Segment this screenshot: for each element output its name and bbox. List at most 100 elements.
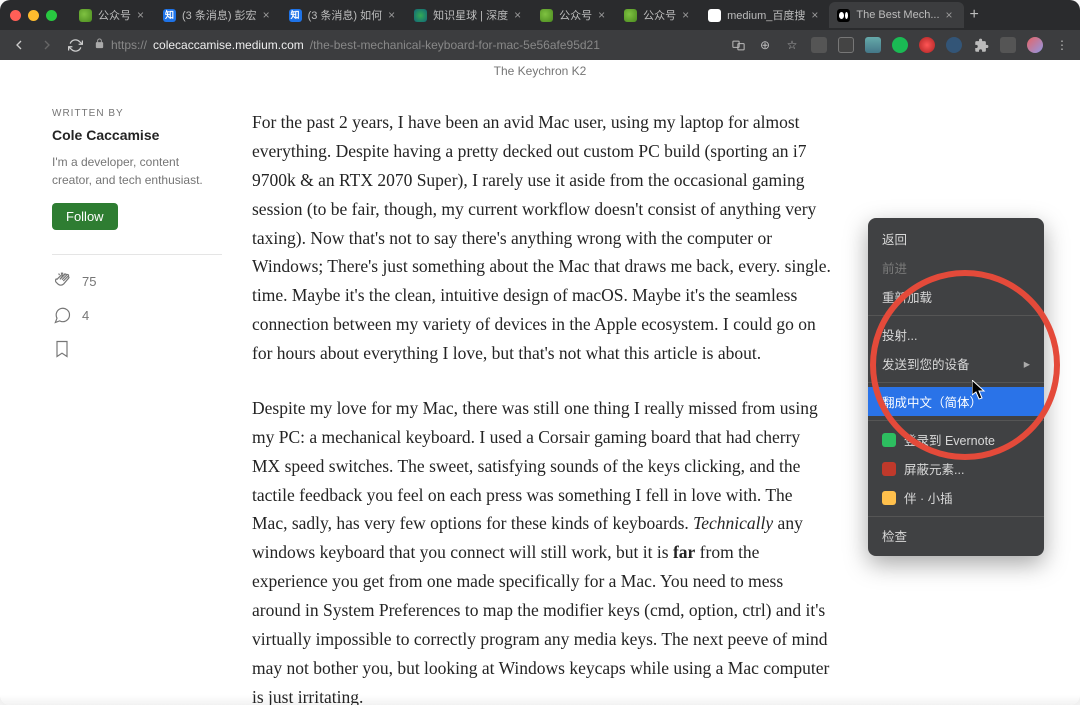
extension-icons: ⊕ ☆ ⋮ (730, 37, 1070, 53)
ctx-separator (868, 382, 1044, 383)
ctx-separator (868, 516, 1044, 517)
tab-title: medium_百度搜 (727, 7, 805, 23)
star-icon[interactable]: ☆ (784, 37, 800, 53)
responses-stat[interactable]: 4 (52, 305, 222, 325)
comment-icon (52, 305, 72, 325)
tab-3[interactable]: 知识星球 | 深度 × (406, 2, 532, 28)
ctx-separator (868, 315, 1044, 316)
evernote-icon (882, 433, 896, 447)
plugin-icon (882, 491, 896, 505)
zsxq-icon (414, 9, 427, 22)
tab-title: (3 条消息) 如何 (308, 7, 383, 23)
ext-icon[interactable] (946, 37, 962, 53)
tab-close-icon[interactable]: × (682, 10, 692, 20)
tab-close-icon[interactable]: × (598, 10, 608, 20)
ctx-forward: 前进 (868, 253, 1044, 282)
reload-button[interactable] (66, 36, 84, 54)
author-bio: I'm a developer, content creator, and te… (52, 153, 222, 189)
forward-button[interactable] (38, 36, 56, 54)
ctx-back[interactable]: 返回 (868, 224, 1044, 253)
menu-icon[interactable]: ⋮ (1054, 37, 1070, 53)
image-caption: The Keychron K2 (0, 60, 1080, 78)
wechat-icon (624, 9, 637, 22)
tab-title: (3 条消息) 彭宏 (182, 7, 257, 23)
ctx-evernote[interactable]: 登录到 Evernote (868, 425, 1044, 454)
clap-icon (52, 271, 72, 291)
ctx-translate[interactable]: 翻成中文（简体） (868, 387, 1044, 416)
paragraph-1: For the past 2 years, I have been an avi… (252, 108, 832, 368)
tab-title: 公众号 (98, 7, 131, 23)
zoom-ext-icon[interactable]: ⊕ (757, 37, 773, 53)
ctx-partner[interactable]: 伴 · 小插 (868, 483, 1044, 512)
zhihu-icon: 知 (163, 9, 176, 22)
medium-icon (837, 9, 850, 22)
tab-4[interactable]: 公众号 × (532, 2, 616, 28)
maximize-window-button[interactable] (46, 10, 57, 21)
back-button[interactable] (10, 36, 28, 54)
url-path: /the-best-mechanical-keyboard-for-mac-5e… (310, 38, 600, 52)
wechat-icon (79, 9, 92, 22)
extensions-menu-icon[interactable] (973, 37, 989, 53)
tab-strip: 公众号 × 知 (3 条消息) 彭宏 × 知 (3 条消息) 如何 × 知识星球 | 深度… (71, 2, 1070, 28)
close-window-button[interactable] (10, 10, 21, 21)
lock-icon (94, 38, 105, 52)
author-sidebar: WRITTEN BY Cole Caccamise I'm a develope… (52, 108, 222, 705)
ctx-reload[interactable]: 重新加载 (868, 282, 1044, 311)
article-body: For the past 2 years, I have been an avi… (252, 108, 832, 705)
baidu-icon (708, 9, 721, 22)
tab-close-icon[interactable]: × (388, 10, 398, 20)
tab-5[interactable]: 公众号 × (616, 2, 700, 28)
titlebar: 公众号 × 知 (3 条消息) 彭宏 × 知 (3 条消息) 如何 × 知识星球 | 深度… (0, 0, 1080, 30)
ctx-separator (868, 420, 1044, 421)
ext-icon[interactable] (892, 37, 908, 53)
ext-icon[interactable] (1000, 37, 1016, 53)
claps-count: 75 (82, 274, 96, 289)
ctx-inspect[interactable]: 检查 (868, 521, 1044, 550)
tab-title: 公众号 (559, 7, 592, 23)
tab-title: 知识星球 | 深度 (433, 7, 508, 23)
address-bar[interactable]: https:// colecaccamise.medium.com/the-bes… (94, 38, 720, 52)
context-menu: 返回 前进 重新加载 投射... 发送到您的设备▸ 翻成中文（简体） 登录到 E… (868, 218, 1044, 556)
page-content: The Keychron K2 WRITTEN BY Cole Caccamis… (0, 60, 1080, 705)
ext-icon[interactable] (919, 37, 935, 53)
profile-avatar[interactable] (1027, 37, 1043, 53)
chevron-right-icon: ▸ (1024, 356, 1030, 371)
tab-close-icon[interactable]: × (137, 10, 147, 20)
claps-stat[interactable]: 75 (52, 271, 222, 291)
wechat-icon (540, 9, 553, 22)
tab-6[interactable]: medium_百度搜 × (700, 2, 829, 28)
ublock-icon (882, 462, 896, 476)
divider (52, 254, 222, 255)
bookmark-button[interactable] (52, 339, 222, 359)
url-host: colecaccamise.medium.com (153, 38, 304, 52)
written-by-label: WRITTEN BY (52, 108, 222, 119)
tab-title: The Best Mech... (856, 9, 939, 21)
tab-2[interactable]: 知 (3 条消息) 如何 × (281, 2, 407, 28)
bottom-shadow (0, 695, 1080, 705)
translate-ext-icon[interactable] (730, 37, 746, 53)
tab-7-active[interactable]: The Best Mech... × (829, 2, 963, 28)
zhihu-icon: 知 (289, 9, 302, 22)
paragraph-2: Despite my love for my Mac, there was st… (252, 394, 832, 705)
ctx-block-element[interactable]: 屏蔽元素... (868, 454, 1044, 483)
tab-title: 公众号 (643, 7, 676, 23)
tab-0[interactable]: 公众号 × (71, 2, 155, 28)
ctx-send-to-device[interactable]: 发送到您的设备▸ (868, 349, 1044, 378)
ext-icon[interactable] (811, 37, 827, 53)
responses-count: 4 (82, 308, 89, 323)
window-controls (10, 10, 57, 21)
follow-button[interactable]: Follow (52, 203, 118, 230)
minimize-window-button[interactable] (28, 10, 39, 21)
tab-close-icon[interactable]: × (811, 10, 821, 20)
tab-close-icon[interactable]: × (514, 10, 524, 20)
ctx-cast[interactable]: 投射... (868, 320, 1044, 349)
tab-close-icon[interactable]: × (946, 10, 956, 20)
tab-close-icon[interactable]: × (263, 10, 273, 20)
tab-1[interactable]: 知 (3 条消息) 彭宏 × (155, 2, 281, 28)
new-tab-button[interactable]: + (964, 6, 985, 24)
author-name[interactable]: Cole Caccamise (52, 127, 222, 143)
ext-icon[interactable] (838, 37, 854, 53)
toolbar: https:// colecaccamise.medium.com/the-bes… (0, 30, 1080, 60)
url-scheme: https:// (111, 38, 147, 52)
ext-icon[interactable] (865, 37, 881, 53)
